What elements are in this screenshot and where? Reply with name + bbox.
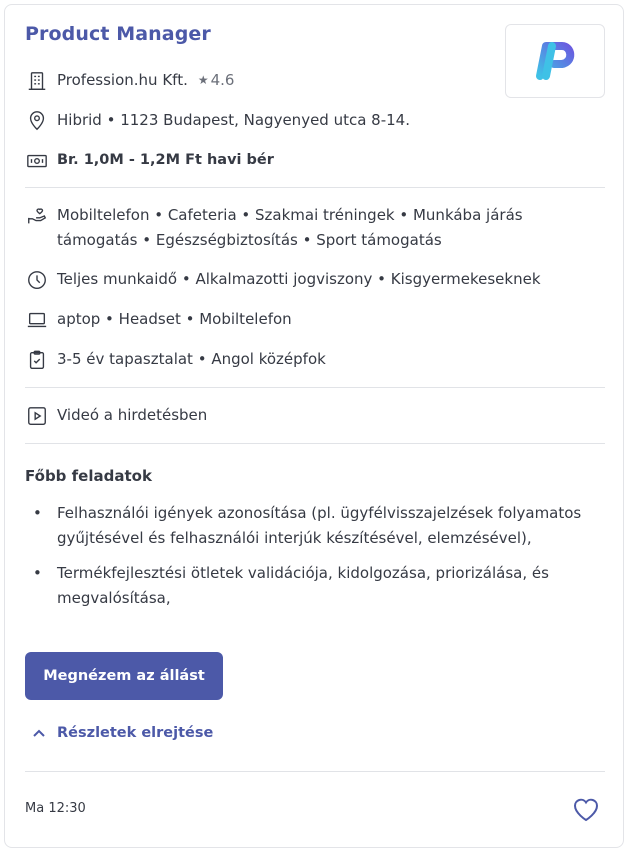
laptop-icon [25,307,49,332]
salary-row: Br. 1,0M - 1,2M Ft havi bér [25,148,274,173]
requirements-text: 3-5 év tapasztalat • Angol középfok [57,350,326,368]
company-rating: ★ 4.6 [198,68,235,94]
equipment-row: aptop • Headset • Mobiltelefon [25,307,292,332]
posted-time: Ma 12:30 [25,801,86,816]
equipment-text: aptop • Headset • Mobiltelefon [57,310,292,328]
divider [25,771,605,772]
view-job-button[interactable]: Megnézem az állást [25,652,223,700]
divider [25,187,605,188]
hide-details-label[interactable]: Részletek elrejtése [57,725,213,741]
company-name[interactable]: Profession.hu Kft. [57,68,188,93]
list-item: Felhasználói igények azonosítása (pl. üg… [25,501,595,551]
requirements-row: 3-5 év tapasztalat • Angol középfok [25,347,326,372]
salary-text: Br. 1,0M - 1,2M Ft havi bér [57,152,274,168]
video-text[interactable]: Videó a hirdetésben [57,403,207,428]
divider [25,443,605,444]
hide-details-link[interactable]: Részletek elrejtése [31,725,213,741]
clipboard-check-icon [25,347,49,372]
job-title[interactable]: Product Manager [25,23,211,45]
hand-heart-icon [25,203,49,228]
employment-row: Teljes munkaidő • Alkalmazotti jogviszon… [25,267,541,292]
company-row: Profession.hu Kft. ★ 4.6 [25,68,234,94]
star-icon: ★ [197,73,209,87]
benefits-text: Mobiltelefon • Cafeteria • Szakmai tréni… [57,206,523,249]
location-row: Hibrid • 1123 Budapest, Nagyenyed utca 8… [25,108,410,133]
job-card: Product Manager Profession.hu Kft. ★4.6 [4,4,624,848]
benefits-row: Mobiltelefon • Cafeteria • Szakmai tréni… [25,203,597,253]
chevron-up-icon [33,729,45,737]
heart-icon[interactable] [570,793,602,825]
rating-value: 4.6 [210,71,235,89]
profession-logo-icon [536,42,575,80]
company-logo[interactable] [505,24,605,98]
location-text: Hibrid • 1123 Budapest, Nagyenyed utca 8… [57,111,410,129]
building-icon [25,68,49,93]
tasks-list: Felhasználói igények azonosítása (pl. üg… [25,501,595,621]
list-item: Termékfejlesztési ötletek validációja, k… [25,561,595,611]
clock-icon [25,267,49,292]
video-row[interactable]: Videó a hirdetésben [25,403,207,428]
divider [25,387,605,388]
employment-text: Teljes munkaidő • Alkalmazotti jogviszon… [57,270,541,288]
location-pin-icon [25,108,49,133]
tasks-heading: Főbb feladatok [25,467,152,485]
play-video-icon [25,403,49,428]
banknote-icon [25,148,49,173]
